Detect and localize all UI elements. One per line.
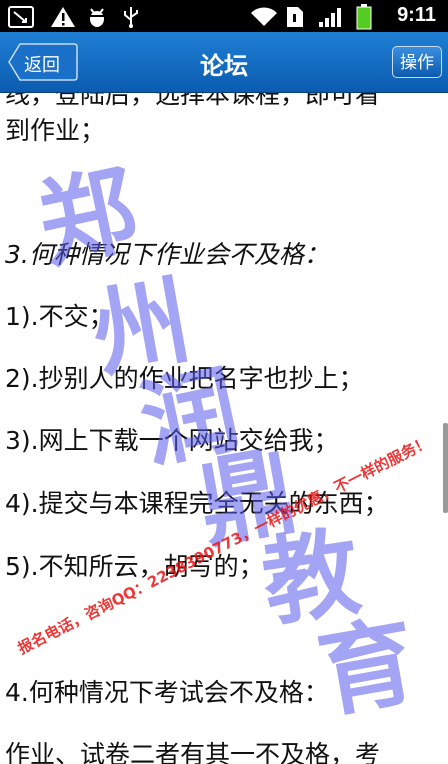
post-line: 1).不交； <box>5 302 114 331</box>
post-line: 线，登陆后，选择本课程，即可看 <box>5 93 381 109</box>
title-bar: 返回 论坛 操作 <box>0 32 448 93</box>
action-button[interactable]: 操作 <box>392 46 442 78</box>
post-line: 5).不知所云，胡写的； <box>5 552 264 581</box>
post-line: 3).网上下载一个网站交给我； <box>5 426 339 455</box>
post-line: 作业、试卷二者有其一不及格，考 <box>5 740 381 764</box>
page-title: 论坛 <box>200 52 248 80</box>
post-line: 4).提交与本课程完全无关的东西； <box>5 489 389 518</box>
post-heading: 3.何种情况下作业会不及格： <box>5 240 329 269</box>
wifi-icon <box>251 7 277 26</box>
warning-icon <box>51 7 75 27</box>
forum-post-content[interactable]: 线，登陆后，选择本课程，即可看 到作业； 3.何种情况下作业会不及格： 1).不… <box>0 93 448 764</box>
scrollbar[interactable] <box>443 423 448 513</box>
status-bar: 9:11 <box>0 0 448 32</box>
signal-icon <box>319 8 341 27</box>
sim-icon <box>287 7 303 27</box>
android-debug-icon <box>89 8 105 27</box>
battery-icon <box>356 4 372 30</box>
post-line: 到作业； <box>5 116 106 145</box>
post-heading: 4.何种情况下考试会不及格： <box>5 678 329 707</box>
status-time: 9:11 <box>397 4 436 26</box>
post-line: 2).抄别人的作业把名字也抄上； <box>5 364 364 393</box>
usb-icon <box>124 7 138 28</box>
missed-call-icon <box>8 6 34 28</box>
